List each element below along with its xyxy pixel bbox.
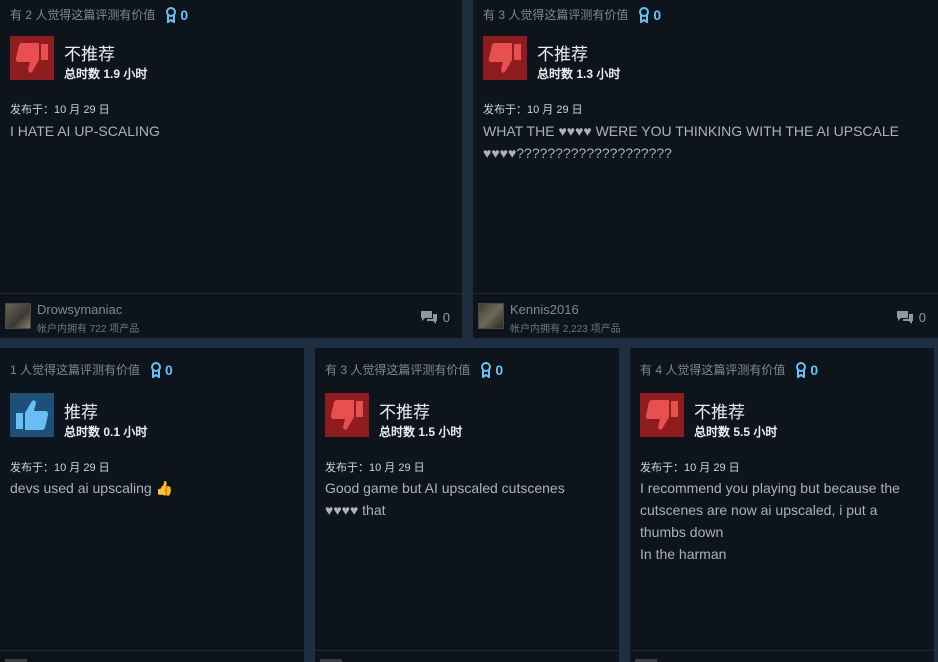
award-button[interactable]: 0: [150, 361, 173, 378]
award-button[interactable]: 0: [165, 6, 189, 23]
comment-count: 0: [442, 309, 450, 325]
thumbs-down-icon: [483, 36, 527, 80]
playtime: 总时数 5.5 小时: [694, 425, 778, 439]
verdict: 不推荐: [694, 403, 745, 422]
avatar[interactable]: [5, 303, 31, 329]
playtime: 总时数 0.1 小时: [64, 425, 148, 439]
playtime: 总时数 1.3 小时: [537, 67, 621, 81]
review-footer: [630, 650, 934, 662]
award-count: 0: [653, 6, 662, 23]
award-count: 0: [495, 361, 504, 378]
products-owned: 帐户内拥有 722 项产品: [37, 324, 140, 335]
award-icon: [151, 361, 162, 378]
review-card[interactable]: 有 2 人觉得这篇评测有价值 0 不推荐 总时数 1.9 小时 发布于：10 月…: [0, 0, 462, 338]
award-icon: [481, 361, 492, 378]
thumbs-down-icon: [325, 393, 369, 437]
helpful-text: 有 4 人觉得这篇评测有价值: [640, 363, 786, 377]
award-icon: [796, 361, 807, 378]
helpful-text: 有 2 人觉得这篇评测有价值: [10, 8, 156, 22]
verdict: 不推荐: [537, 45, 588, 64]
thumbs-up-icon: [10, 393, 54, 437]
comments-button[interactable]: 0: [420, 309, 450, 325]
helpful-count: 有 3 人觉得这篇评测有价值 0: [483, 6, 661, 23]
review-card[interactable]: 1 人觉得这篇评测有价值 0 推荐 总时数 0.1 小时 发布于：10 月 29…: [0, 348, 304, 662]
helpful-text: 1 人觉得这篇评测有价值: [10, 363, 141, 377]
review-footer: Drowsymaniac 帐户内拥有 722 项产品 0: [0, 293, 462, 338]
comment-icon: [420, 311, 437, 324]
award-icon: [639, 6, 650, 23]
review-text: devs used ai upscaling 👍: [10, 480, 173, 496]
award-button[interactable]: 0: [480, 361, 504, 378]
post-date: 发布于：10 月 29 日: [10, 104, 110, 116]
comments-button[interactable]: 0: [896, 309, 926, 325]
award-icon: [166, 6, 177, 23]
username[interactable]: Drowsymaniac: [37, 302, 122, 317]
helpful-count: 有 3 人觉得这篇评测有价值 0: [325, 361, 503, 378]
avatar[interactable]: [478, 303, 504, 329]
review-footer: Kennis2016 帐户内拥有 2,223 项产品 0: [473, 293, 938, 338]
helpful-count: 有 4 人觉得这篇评测有价值 0: [640, 361, 818, 378]
verdict: 不推荐: [64, 45, 115, 64]
review-footer: [315, 650, 619, 662]
award-button[interactable]: 0: [638, 6, 662, 23]
review-text: WHAT THE ♥♥♥♥ WERE YOU THINKING WITH THE…: [483, 123, 899, 161]
post-date: 发布于：10 月 29 日: [483, 104, 583, 116]
products-owned: 帐户内拥有 2,223 项产品: [510, 324, 621, 335]
helpful-text: 有 3 人觉得这篇评测有价值: [325, 363, 471, 377]
post-date: 发布于：10 月 29 日: [325, 462, 425, 474]
username[interactable]: Kennis2016: [510, 302, 579, 317]
review-text: I recommend you playing but because the …: [640, 480, 900, 562]
comment-count: 0: [918, 309, 926, 325]
helpful-count: 有 2 人觉得这篇评测有价值 0: [10, 6, 188, 23]
helpful-text: 有 3 人觉得这篇评测有价值: [483, 8, 629, 22]
post-date: 发布于：10 月 29 日: [10, 462, 110, 474]
award-count: 0: [180, 6, 189, 23]
thumbs-down-icon: [10, 36, 54, 80]
review-card[interactable]: 有 3 人觉得这篇评测有价值 0 不推荐 总时数 1.5 小时 发布于：10 月…: [315, 348, 619, 662]
comment-icon: [896, 311, 913, 324]
review-text: I HATE AI UP-SCALING: [10, 123, 160, 139]
review-card[interactable]: 有 3 人觉得这篇评测有价值 0 不推荐 总时数 1.3 小时 发布于：10 月…: [473, 0, 938, 338]
post-date: 发布于：10 月 29 日: [640, 462, 740, 474]
playtime: 总时数 1.9 小时: [64, 67, 148, 81]
review-card[interactable]: 有 4 人觉得这篇评测有价值 0 不推荐 总时数 5.5 小时 发布于：10 月…: [630, 348, 934, 662]
helpful-count: 1 人觉得这篇评测有价值 0: [10, 361, 173, 378]
award-button[interactable]: 0: [795, 361, 819, 378]
playtime: 总时数 1.5 小时: [379, 425, 463, 439]
verdict: 推荐: [64, 403, 98, 422]
verdict: 不推荐: [379, 403, 430, 422]
reviews-grid: 有 2 人觉得这篇评测有价值 0 不推荐 总时数 1.9 小时 发布于：10 月…: [0, 0, 938, 662]
thumbs-down-icon: [640, 393, 684, 437]
review-footer: [0, 650, 304, 662]
award-count: 0: [810, 361, 819, 378]
award-count: 0: [165, 361, 173, 378]
review-text: Good game but AI upscaled cutscenes ♥♥♥♥…: [325, 480, 565, 518]
